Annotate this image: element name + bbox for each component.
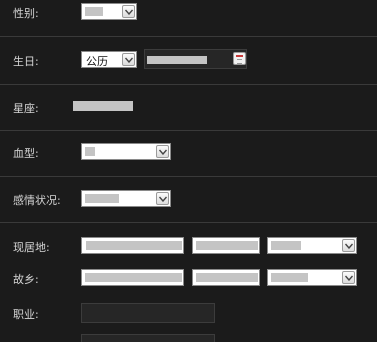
blood-type-label: 血型:	[13, 147, 39, 160]
blood-type-value-redacted	[85, 147, 95, 156]
divider	[0, 36, 377, 37]
residence-city-select[interactable]	[192, 237, 260, 254]
calendar-type-select[interactable]: 公历	[81, 51, 137, 68]
occupation-input[interactable]	[81, 303, 215, 323]
birthday-date-input[interactable]	[144, 49, 247, 69]
gender-value-redacted	[85, 7, 103, 16]
zodiac-value-redacted	[73, 101, 133, 111]
residence-district-redacted	[271, 241, 301, 250]
hometown-district-select[interactable]	[267, 269, 357, 286]
occupation-label: 职业:	[13, 308, 39, 321]
gender-label: 性别:	[13, 7, 39, 20]
birthday-label: 生日:	[13, 55, 39, 68]
hometown-city-select[interactable]	[192, 269, 260, 286]
calendar-type-value: 公历	[86, 55, 108, 68]
residence-label: 现居地:	[13, 241, 50, 254]
birthday-value-redacted	[147, 56, 207, 64]
chevron-down-icon[interactable]	[156, 145, 169, 158]
zodiac-label: 星座:	[13, 102, 39, 115]
divider	[0, 130, 377, 131]
residence-province-select[interactable]	[81, 237, 184, 254]
relationship-select[interactable]	[81, 190, 171, 207]
hometown-label: 故乡:	[13, 273, 39, 286]
chevron-down-icon[interactable]	[122, 5, 135, 18]
relationship-value-redacted	[85, 194, 119, 203]
chevron-down-icon[interactable]	[122, 53, 135, 66]
hometown-district-redacted	[271, 273, 308, 282]
hometown-province-redacted	[85, 273, 182, 282]
chevron-down-icon[interactable]	[342, 239, 355, 252]
profile-form: 性别: 生日: 公历 星座: 血型: 感情状况: 现居地: 故乡: 职业:	[0, 0, 377, 342]
hometown-city-redacted	[196, 273, 258, 282]
relationship-label: 感情状况:	[13, 194, 61, 207]
residence-city-redacted	[196, 241, 258, 250]
gender-select[interactable]	[81, 3, 137, 20]
blood-type-select[interactable]	[81, 143, 171, 160]
divider	[0, 176, 377, 177]
divider	[0, 222, 377, 223]
chevron-down-icon[interactable]	[342, 271, 355, 284]
residence-district-select[interactable]	[267, 237, 357, 254]
divider	[0, 84, 377, 85]
next-field-input[interactable]	[81, 334, 215, 342]
chevron-down-icon[interactable]	[156, 192, 169, 205]
calendar-icon[interactable]	[233, 52, 246, 65]
residence-province-redacted	[86, 241, 182, 250]
hometown-province-select[interactable]	[81, 269, 184, 286]
